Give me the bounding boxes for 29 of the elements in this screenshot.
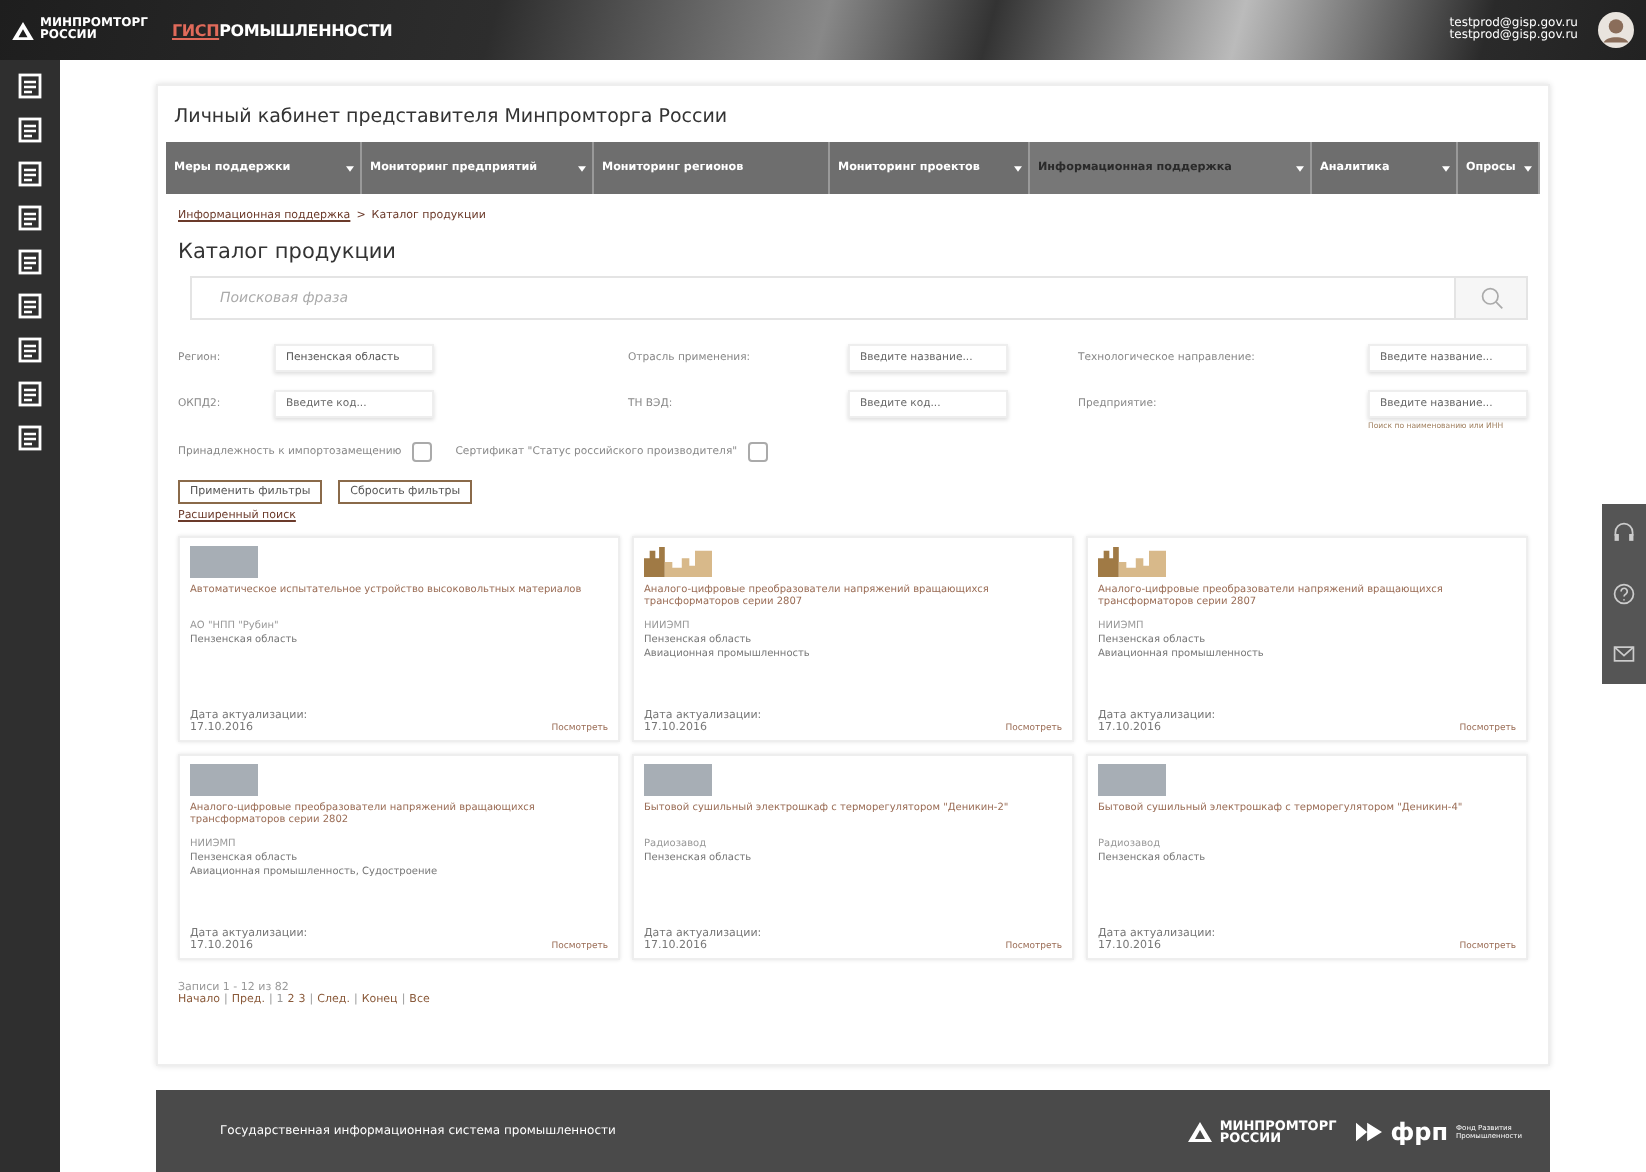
photo-placeholder (190, 546, 258, 578)
brand-logo[interactable]: ГИСПРОМЫШЛЕННОСТИ (172, 21, 393, 39)
page-title: Личный кабинет представителя Минпромторга России (172, 104, 730, 132)
search-icon (1479, 286, 1503, 310)
checkbox[interactable] (747, 442, 768, 462)
photo-placeholder (190, 764, 258, 796)
fund-logo-text: фрп (1390, 1117, 1449, 1145)
buildings-logo-icon (1098, 546, 1166, 578)
triangle-logo-icon (12, 21, 34, 39)
document-icon[interactable] (16, 204, 44, 232)
document-icon[interactable] (16, 116, 44, 144)
headset-icon[interactable] (1612, 522, 1636, 546)
section-heading: Каталог продукции (178, 240, 398, 264)
document-icon[interactable] (16, 72, 44, 100)
document-icon[interactable] (16, 292, 44, 320)
double-arrow-icon (1356, 1121, 1383, 1141)
photo-placeholder (1098, 764, 1166, 796)
triangle-logo-icon (1187, 1121, 1212, 1141)
document-icon[interactable] (16, 248, 44, 276)
document-icon[interactable] (16, 336, 44, 364)
document-icon[interactable] (16, 160, 44, 188)
mail-icon[interactable] (1612, 642, 1636, 666)
buildings-logo-icon (644, 546, 712, 578)
document-icon[interactable] (16, 380, 44, 408)
document-icon[interactable] (16, 424, 44, 452)
help-icon[interactable] (1612, 582, 1636, 606)
photo-placeholder (644, 764, 712, 796)
avatar-icon[interactable] (1598, 12, 1634, 48)
checkbox[interactable] (411, 442, 432, 462)
